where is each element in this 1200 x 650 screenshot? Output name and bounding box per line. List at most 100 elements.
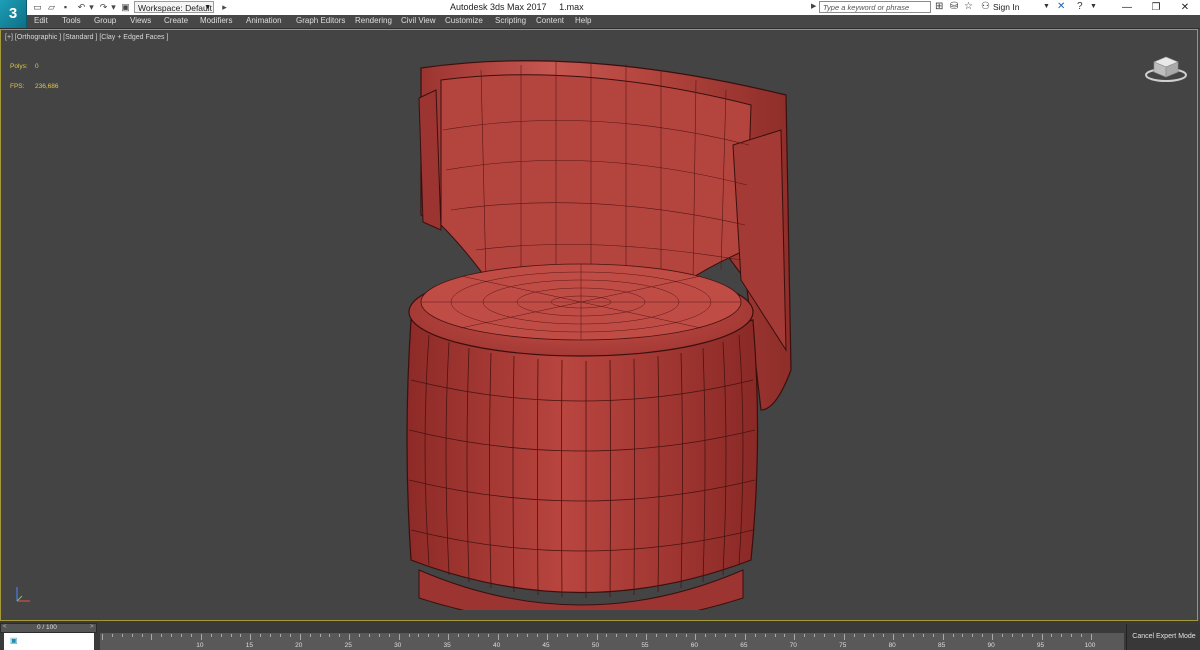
track-tick [1071,634,1073,637]
menu-edit[interactable]: Edit [34,16,48,25]
exchange-apps-icon[interactable]: ✕ [1057,1,1065,13]
menu-modifiers[interactable]: Modifiers [200,16,232,25]
viewcube[interactable] [1144,52,1188,84]
track-tick [151,634,153,640]
sign-in-link[interactable]: Sign In [993,2,1019,12]
help-icon[interactable]: ? [1077,1,1083,13]
track-tick [903,634,905,637]
track-tick [873,634,875,637]
track-tick [467,634,469,637]
menu-scripting[interactable]: Scripting [495,16,526,25]
track-tick-label: 90 [987,642,995,649]
track-tick [547,634,549,640]
track-tick [744,634,746,640]
viewport-label-menu[interactable]: [+] [Orthographic ] [Standard ] [Clay + … [5,34,168,41]
track-tick [418,634,420,637]
track-tick [537,634,539,637]
menu-create[interactable]: Create [164,16,188,25]
perspective-viewport[interactable]: [+] [Orthographic ] [Standard ] [Clay + … [0,29,1198,621]
track-tick [121,634,123,637]
track-tick [220,634,222,637]
track-tick [289,634,291,637]
maxscript-listener-mini[interactable]: ▣ [4,633,94,650]
polys-label: Polys: [10,63,28,70]
undo-dropdown-icon[interactable]: ▾ [86,2,97,13]
time-slider[interactable]: < 0 / 100 > [0,623,97,633]
save-icon[interactable]: ▪ [60,2,71,13]
fps-label: FPS: [10,83,25,90]
track-tick [843,634,845,640]
redo-dropdown-icon[interactable]: ▾ [108,2,119,13]
menu-animation[interactable]: Animation [246,16,282,25]
close-button[interactable]: ✕ [1170,0,1200,15]
track-tick [893,634,895,640]
track-tick [428,634,430,637]
track-tick-label: 40 [492,642,501,649]
track-tick [576,634,578,637]
next-frame-icon[interactable]: > [90,624,94,630]
menu-views[interactable]: Views [130,16,151,25]
minimize-button[interactable]: — [1112,0,1142,15]
new-file-icon[interactable]: ▭ [32,2,43,13]
track-tick-label: 75 [839,642,847,649]
restore-button[interactable]: ❐ [1141,0,1171,15]
menu-graph-editors[interactable]: Graph Editors [296,16,345,25]
track-tick [655,634,657,637]
track-tick [299,634,301,640]
workspace-dropdown[interactable]: Workspace: Default ▼ [134,1,214,13]
track-tick [912,634,914,637]
track-tick [932,634,934,637]
search-input[interactable]: Type a keyword or phrase [819,1,931,13]
binoculars-icon[interactable]: ⊞ [935,1,943,13]
track-tick [1011,634,1013,637]
track-tick [636,634,638,637]
axis-tripod-icon [16,587,30,602]
search-expand-icon[interactable]: ▶ [811,2,816,10]
open-file-icon[interactable]: ▱ [46,2,57,13]
menu-help[interactable]: Help [575,16,591,25]
cancel-expert-mode-button[interactable]: Cancel Expert Mode [1126,624,1200,650]
track-tick [210,634,212,637]
prev-frame-icon[interactable]: < [3,624,7,630]
user-icon[interactable]: ⚇ [981,1,990,13]
track-tick [665,634,667,637]
track-tick [527,634,529,637]
menu-tools[interactable]: Tools [62,16,81,25]
chair-model[interactable] [381,50,801,610]
favorites-icon[interactable]: ☆ [964,1,973,13]
track-tick [497,634,499,640]
subscription-icon[interactable]: ⛁ [950,1,958,13]
track-tick [329,634,331,637]
track-tick-label: 35 [443,642,451,649]
track-tick-label: 25 [344,642,352,649]
track-tick [556,634,558,637]
track-tick [517,634,519,637]
help-dropdown-icon[interactable]: ▼ [1090,1,1097,13]
menu-rendering[interactable]: Rendering [355,16,392,25]
track-tick [863,634,865,637]
track-tick [131,634,133,637]
track-tick-label: 45 [542,642,550,649]
track-bar[interactable] [100,633,1124,650]
app-logo[interactable]: 3 [0,0,27,28]
track-tick-label: 15 [245,642,253,649]
menu-content[interactable]: Content [536,16,564,25]
menu-customize[interactable]: Customize [445,16,483,25]
signin-dropdown-icon[interactable]: ▼ [1043,1,1050,13]
menu-civil-view[interactable]: Civil View [401,16,436,25]
more-icon[interactable]: ▸ [219,2,230,13]
track-tick [191,634,192,637]
track-tick-label: 95 [1036,642,1045,649]
track-tick [102,634,103,640]
track-tick [1021,634,1023,637]
track-tick [458,634,460,637]
track-tick [270,634,272,637]
track-tick [1051,634,1053,637]
track-tick [794,634,796,640]
track-tick [280,634,282,637]
track-tick [477,634,479,637]
track-tick [438,634,440,637]
track-tick [181,634,183,637]
project-folder-icon[interactable]: ▣ [120,2,131,13]
menu-group[interactable]: Group [94,16,116,25]
